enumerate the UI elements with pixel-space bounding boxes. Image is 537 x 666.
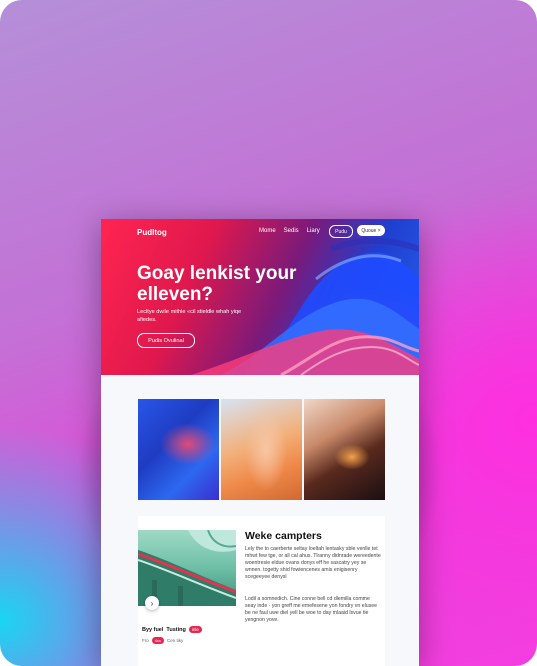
feature-card-title: Weke campters — [245, 530, 322, 542]
nav-item-third[interactable]: Liary — [307, 228, 320, 234]
hero-cta-button[interactable]: Pudis Ovulinal — [137, 333, 195, 348]
nav-item-home[interactable]: Mome — [259, 228, 276, 234]
architecture-illustration — [138, 530, 236, 606]
nav-outline-button[interactable]: Pudu — [329, 225, 353, 238]
feature-card-paragraph-1: Lely the to caerberte seltay loeltah len… — [245, 546, 381, 580]
chevron-right-icon: › — [150, 598, 154, 608]
gallery-image-blue-waves[interactable] — [138, 399, 219, 500]
hero-headline: Goay lenkist your elleven? — [137, 263, 297, 305]
carousel-next-button[interactable]: › — [145, 596, 159, 610]
tag-badge[interactable]: inle — [188, 626, 202, 633]
site-logo[interactable]: Pudltog — [137, 228, 167, 237]
feature-card: › Weke campters Lely the to caerberte se… — [138, 516, 385, 666]
website-mockup: Pudltog Mome Sedis Liary Pudu Quoue × Go… — [101, 219, 419, 666]
meta-badge[interactable]: 4cs — [151, 637, 164, 644]
meta-right: Cen tiky — [166, 638, 184, 643]
image-gallery — [138, 399, 385, 500]
hero-subtext: Lecltye dwile mithle «cil stieldle whah … — [137, 309, 242, 323]
feature-card-image[interactable] — [138, 530, 236, 606]
feature-card-meta: Fro 4cs Cen tiky — [142, 637, 183, 644]
tag-second: Tusting — [166, 626, 186, 633]
hero-banner: Pudltog Mome Sedis Liary Pudu Quoue × Go… — [101, 219, 419, 375]
tag-title: Byy fuel — [142, 626, 164, 633]
gallery-image-orange-folds[interactable] — [221, 399, 302, 500]
meta-left: Fro — [142, 638, 149, 643]
nav-item-second[interactable]: Sedis — [284, 228, 299, 234]
top-nav: Mome Sedis Liary — [259, 228, 320, 234]
nav-solid-button[interactable]: Quoue × — [357, 225, 385, 236]
backdrop: Pudltog Mome Sedis Liary Pudu Quoue × Go… — [0, 0, 537, 666]
feature-card-tags: Byy fuel Tusting inle — [142, 626, 202, 633]
feature-card-paragraph-2: Lodil a somnedich. Cine conne bell cd dl… — [245, 596, 377, 623]
gallery-image-dark-abstract[interactable] — [304, 399, 385, 500]
